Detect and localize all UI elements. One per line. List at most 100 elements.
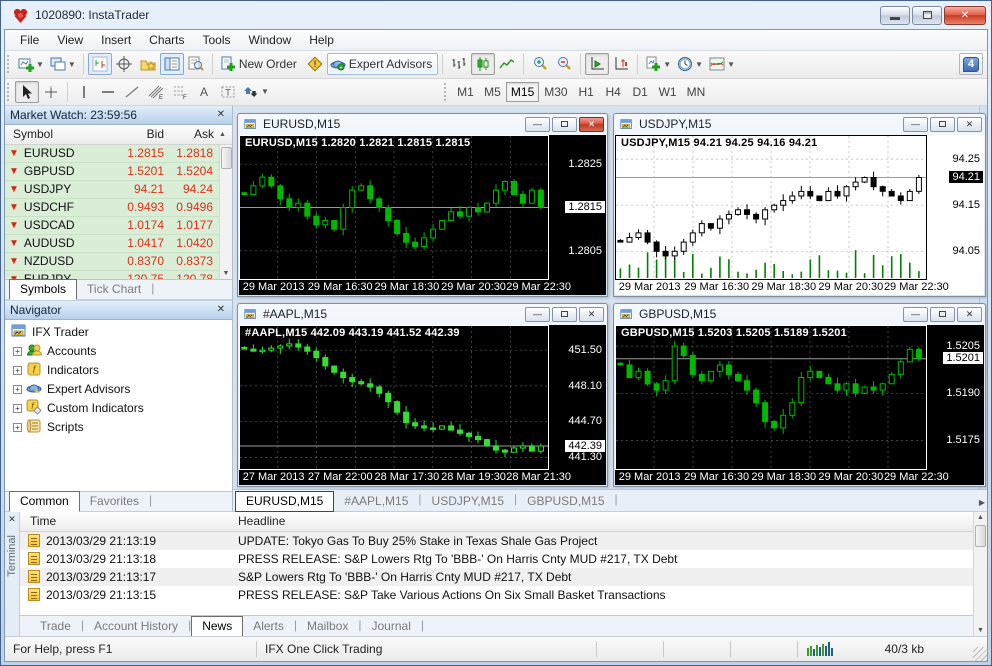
chart-shift-button[interactable] <box>609 53 633 75</box>
market-watch-row[interactable]: ▼ USDCHF 0.9493 0.9496 <box>5 199 219 217</box>
expand-plus-icon[interactable]: + <box>13 422 22 432</box>
tick-chart-button[interactable] <box>87 53 112 76</box>
tab-news[interactable]: News <box>191 616 244 637</box>
scrollbar-thumb[interactable] <box>975 524 986 547</box>
market-watch-row[interactable]: ▼EURJPY120.75120.78 <box>5 271 219 279</box>
tree-item-accounts[interactable]: + Accounts <box>5 342 232 361</box>
tab-journal[interactable]: Journal <box>362 617 421 636</box>
time-axis[interactable]: 29 Mar 2013 29 Mar 16:30 29 Mar 18:30 29 Ma… <box>239 280 606 295</box>
period-mn[interactable]: MN <box>682 82 711 102</box>
menu-file[interactable]: File <box>11 31 48 49</box>
fibonacci-button[interactable]: F <box>168 81 192 103</box>
price-plot[interactable] <box>615 134 927 280</box>
market-watch-row[interactable]: ▼ EURUSD 1.2815 1.2818 <box>5 145 219 163</box>
chevron-down-icon[interactable]: ▼ <box>261 87 269 96</box>
column-symbol[interactable]: Symbol <box>5 127 109 141</box>
market-watch-button[interactable] <box>159 53 184 76</box>
scroll-down-icon[interactable]: ▼ <box>977 625 984 636</box>
time-axis[interactable]: 29 Mar 2013 29 Mar 16:30 29 Mar 18:30 29 Ma… <box>615 470 984 485</box>
column-ask[interactable]: Ask <box>164 127 216 141</box>
bar-chart-button[interactable] <box>447 53 471 75</box>
period-d1[interactable]: D1 <box>627 82 654 102</box>
time-axis[interactable]: 27 Mar 2013 27 Mar 22:00 28 Mar 17:30 28 Ma… <box>239 470 606 485</box>
terminal-scrollbar[interactable]: ▲ ▼ <box>973 511 987 637</box>
toolbar-grip[interactable] <box>7 55 12 74</box>
notifications-button[interactable]: 4 <box>959 53 983 76</box>
chart-body[interactable]: 94.25 94.15 94.05 94.21 29 Mar 2013 29 Mar 16… <box>615 134 984 295</box>
tab-account-history[interactable]: Account History <box>84 617 188 636</box>
chart-gbpusd[interactable]: 1.5205 1.5190 1.5175 1.5201 29 Mar 2013 29 Ma… <box>615 324 984 485</box>
minimize-button[interactable] <box>880 5 910 25</box>
tab-symbols[interactable]: Symbols <box>9 278 78 300</box>
indicators-button[interactable]: ▼ <box>706 53 738 75</box>
chart-window-titlebar[interactable]: EURUSD,M15 — ✕ <box>238 114 607 135</box>
period-m5[interactable]: M5 <box>479 82 506 102</box>
menu-help[interactable]: Help <box>300 31 343 49</box>
tab-alerts[interactable]: Alerts <box>243 617 294 636</box>
status-mode[interactable]: IFX One Click Trading <box>257 641 597 658</box>
text-label-button[interactable]: T <box>216 81 240 103</box>
news-row[interactable]: 2013/03/29 21:13:17 S&P Lowers Rtg To 'BB… <box>20 567 973 586</box>
chevron-down-icon[interactable]: ▼ <box>68 60 76 69</box>
chevron-down-icon[interactable]: ▼ <box>663 60 671 69</box>
chevron-down-icon[interactable]: ▼ <box>36 60 44 69</box>
chart-minimize-button[interactable]: — <box>903 116 928 132</box>
expand-plus-icon[interactable]: + <box>13 384 22 394</box>
auto-scroll-button[interactable] <box>585 53 610 76</box>
chevron-down-icon[interactable]: ▼ <box>695 60 703 69</box>
tab-mailbox[interactable]: Mailbox <box>297 617 358 636</box>
market-watch-close-icon[interactable]: ✕ <box>215 109 227 120</box>
tab-trade[interactable]: Trade <box>30 617 81 636</box>
menu-view[interactable]: View <box>48 31 92 49</box>
chart-close-button[interactable]: ✕ <box>579 116 604 132</box>
resize-grip[interactable] <box>973 647 987 661</box>
chart-restore-button[interactable] <box>552 116 577 132</box>
chart-aapl[interactable]: 451.50 448.10 444.70 441.30 442.39 27 Mar 201… <box>239 324 606 485</box>
chart-restore-button[interactable] <box>930 306 955 322</box>
expand-plus-icon[interactable]: + <box>13 403 22 413</box>
expand-plus-icon[interactable]: + <box>13 346 22 356</box>
zoom-in-button[interactable] <box>528 53 552 75</box>
news-row[interactable]: 2013/03/29 21:13:18 PRESS RELEASE: S&P Lo… <box>20 550 973 568</box>
zoom-out-button[interactable] <box>552 53 576 75</box>
expand-plus-icon[interactable]: + <box>13 365 22 375</box>
cursor-tool-button[interactable] <box>15 80 39 103</box>
equidistant-channel-button[interactable]: E <box>144 81 168 103</box>
chart-minimize-button[interactable]: — <box>525 306 550 322</box>
column-time[interactable]: Time <box>20 514 238 528</box>
restore-button[interactable] <box>912 5 942 25</box>
price-plot[interactable] <box>615 324 927 470</box>
tree-item-experts[interactable]: + Expert Advisors <box>5 380 232 399</box>
tab-common[interactable]: Common <box>9 490 80 512</box>
market-watch-scrollbar[interactable]: ▼ <box>219 144 232 279</box>
data-window-button[interactable] <box>184 53 208 75</box>
price-plot[interactable] <box>239 134 549 280</box>
chart-body[interactable]: 451.50 448.10 444.70 441.30 442.39 27 Mar 201… <box>239 324 606 485</box>
toolbar-grip[interactable] <box>7 82 12 101</box>
market-watch-row[interactable]: ▼ AUDUSD 1.0417 1.0420 <box>5 235 219 253</box>
tree-item-scripts[interactable]: + Scripts <box>5 418 232 437</box>
news-row[interactable]: 2013/03/29 21:13:19 UPDATE: Tokyo Gas To … <box>20 531 973 550</box>
chart-tab--aapl-m15[interactable]: #AAPL,M15 <box>334 492 418 511</box>
news-row[interactable]: 2013/03/29 21:13:15 PRESS RELEASE: S&P Ta… <box>20 586 973 604</box>
period-m30[interactable]: M30 <box>539 82 572 102</box>
line-chart-button[interactable] <box>495 53 519 75</box>
chart-close-button[interactable]: ✕ <box>957 116 982 132</box>
price-plot[interactable] <box>239 324 549 470</box>
scrollbar-thumb[interactable] <box>220 146 232 169</box>
chart-close-button[interactable]: ✕ <box>957 306 982 322</box>
period-w1[interactable]: W1 <box>654 82 682 102</box>
title-bar[interactable]: 1020890: InstaTrader ✕ <box>4 1 988 29</box>
market-watch-row[interactable]: ▼ NZDUSD 0.8370 0.8373 <box>5 253 219 271</box>
time-axis[interactable]: 29 Mar 2013 29 Mar 16:30 29 Mar 18:30 29 Ma… <box>615 280 984 295</box>
chart-restore-button[interactable] <box>552 306 577 322</box>
candlestick-chart-button[interactable] <box>471 53 496 76</box>
chart-minimize-button[interactable]: — <box>903 306 928 322</box>
terminal-close-icon[interactable]: ✕ <box>8 512 16 527</box>
chart-tab-gbpusd-m15[interactable]: GBPUSD,M15 <box>517 492 614 511</box>
period-m1[interactable]: M1 <box>452 82 479 102</box>
menu-tools[interactable]: Tools <box>194 31 240 49</box>
column-headline[interactable]: Headline <box>238 514 285 528</box>
close-button[interactable]: ✕ <box>944 5 986 25</box>
scroll-up-icon[interactable]: ▲ <box>977 512 984 523</box>
